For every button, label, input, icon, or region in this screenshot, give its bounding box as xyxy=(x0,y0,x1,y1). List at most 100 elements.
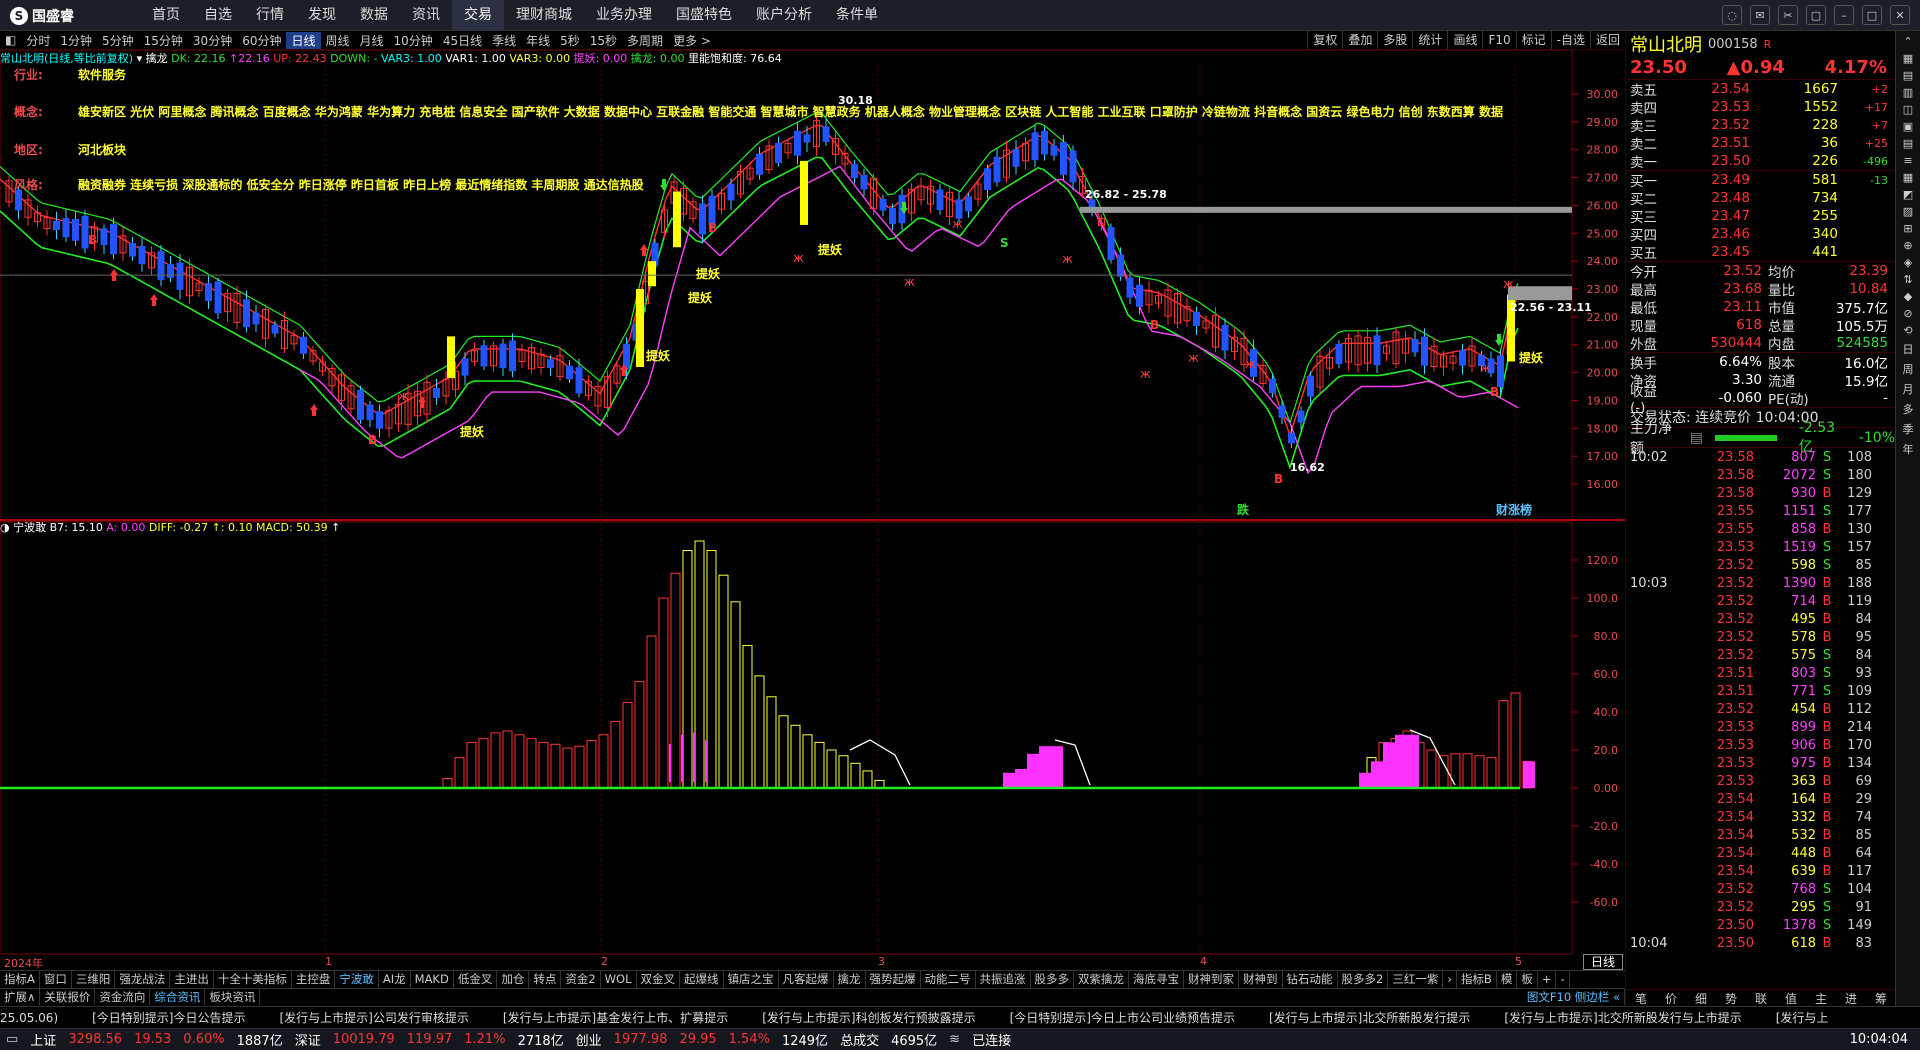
menu-item[interactable]: 国盛特色 xyxy=(664,0,744,31)
sidebar-icon[interactable]: ▤ xyxy=(1903,69,1913,82)
order-row[interactable]: 卖二 23.51 36 +25 xyxy=(1626,134,1895,153)
news-item[interactable]: [发行与上 xyxy=(1776,1009,1829,1026)
period-tab[interactable]: 10分钟 xyxy=(389,32,438,49)
sidebar-icon[interactable]: ▣ xyxy=(1903,120,1913,133)
indicator-tab[interactable]: 十全十美指标 xyxy=(214,971,292,988)
news-item[interactable]: 25.05.06) xyxy=(0,1011,58,1025)
menu-item[interactable]: 交易 xyxy=(452,0,504,31)
indicator-tab[interactable]: - xyxy=(1556,971,1570,988)
quote-bottom-tab[interactable]: 细 xyxy=(1695,990,1707,1006)
sidebar-icon[interactable]: ▦ xyxy=(1903,52,1913,65)
ext-tab[interactable]: 扩展∧ xyxy=(0,989,41,1005)
indicator-tab[interactable]: WOL xyxy=(601,971,637,988)
sidebar-icon[interactable]: ▦ xyxy=(1903,171,1913,184)
stock-dropdown-icon[interactable]: ▾ xyxy=(137,52,143,65)
indicator-tab[interactable]: 海底寻宝 xyxy=(1129,971,1184,988)
indicator-tab[interactable]: 指标A xyxy=(0,971,40,988)
news-item[interactable]: [今日特别提示]今日公告提示 xyxy=(92,1009,245,1026)
ext-tab[interactable]: 资金流向 xyxy=(95,989,151,1005)
sidebar-period[interactable]: 季 xyxy=(1903,421,1914,437)
indicator-tab[interactable]: 宁波敢 xyxy=(335,971,379,988)
quote-bottom-tab[interactable]: 势 xyxy=(1725,990,1737,1006)
order-row[interactable]: 买二 23.48 734 xyxy=(1626,189,1895,208)
minimize-icon[interactable]: – xyxy=(1834,5,1854,25)
quote-bottom-tab[interactable]: 进 xyxy=(1845,990,1857,1006)
period-tab[interactable]: 周线 xyxy=(321,32,355,49)
indicator-tab[interactable]: 股多多 xyxy=(1031,971,1074,988)
indicator-tab[interactable]: 双金叉 xyxy=(637,971,680,988)
menu-item[interactable]: 账户分析 xyxy=(744,0,824,31)
ext-right-links[interactable]: 图文F10 侧边栏 « xyxy=(1523,989,1625,1005)
indicator-tab[interactable]: 加仓 xyxy=(497,971,530,988)
period-tab[interactable]: 30分钟 xyxy=(188,32,237,49)
period-tab[interactable]: 月线 xyxy=(355,32,389,49)
period-tab[interactable]: 多周期 xyxy=(622,32,668,49)
sidebar-icon[interactable]: ⊞ xyxy=(1903,222,1912,235)
chat-icon[interactable]: ◌ xyxy=(1722,5,1742,25)
indicator-tab[interactable]: 镇店之宝 xyxy=(724,971,779,988)
chart-tool-button[interactable]: 复权 xyxy=(1307,31,1342,49)
chart-tool-button[interactable]: -自选 xyxy=(1550,31,1590,49)
ext-tab[interactable]: 关联报价 xyxy=(40,989,96,1005)
indicator-tab[interactable]: 三红一紫 xyxy=(1388,971,1444,988)
news-item[interactable]: [发行与上市提示]科创板发行预披露提示 xyxy=(762,1009,975,1026)
maximize-icon[interactable]: □ xyxy=(1862,5,1882,25)
sidebar-icon[interactable]: ⟲ xyxy=(1903,324,1912,337)
sh-name[interactable]: 上证 xyxy=(30,1030,56,1049)
indicator-tab[interactable]: 板 xyxy=(1517,971,1538,988)
period-tab[interactable]: 5分钟 xyxy=(97,32,139,49)
cy-name[interactable]: 创业 xyxy=(576,1030,602,1049)
order-row[interactable]: 卖五 23.54 1667 +2 xyxy=(1626,80,1895,99)
menu-item[interactable]: 发现 xyxy=(296,0,348,31)
indicator-tab[interactable]: 转点 xyxy=(529,971,562,988)
indicator-tab[interactable]: 财神到家 xyxy=(1184,971,1239,988)
period-unit-label[interactable]: 日线 xyxy=(1583,954,1623,970)
indicator-tab[interactable]: 三维阳 xyxy=(72,971,116,988)
indicator-tab[interactable]: 强龙战法 xyxy=(115,971,171,988)
chart-tool-button[interactable]: 叠加 xyxy=(1342,31,1377,49)
indicator-tab[interactable]: 强势起爆 xyxy=(866,971,921,988)
chart-tool-button[interactable]: 统计 xyxy=(1412,31,1447,49)
sidebar-icon[interactable]: ⌃ xyxy=(1903,35,1912,48)
indicator-tab[interactable]: + xyxy=(1538,971,1557,988)
menu-item[interactable]: 资讯 xyxy=(400,0,452,31)
mail-icon[interactable]: ✉ xyxy=(1750,5,1770,25)
period-tab[interactable]: 45日线 xyxy=(438,32,487,49)
indicator-tab[interactable]: 擒龙 xyxy=(834,971,866,988)
sidebar-icon[interactable]: ≡ xyxy=(1903,154,1912,167)
chart-tool-button[interactable]: F10 xyxy=(1482,31,1515,49)
indicator-tab[interactable]: 钻石动能 xyxy=(1283,971,1338,988)
sidebar-icon[interactable]: ▨ xyxy=(1903,205,1913,218)
indicator-tab[interactable]: 共振追涨 xyxy=(976,971,1031,988)
news-item[interactable]: [发行与上市提示]公司发行审核提示 xyxy=(280,1009,469,1026)
sub-indicator-name[interactable]: 宁波敢 xyxy=(13,521,46,534)
indicator-tab[interactable]: MAKD xyxy=(411,971,454,988)
indicator-tab[interactable]: 动能二号 xyxy=(921,971,976,988)
sidebar-icon[interactable]: ◫ xyxy=(1903,103,1913,116)
concept-value[interactable]: 软件服务 xyxy=(78,68,126,82)
concept-value[interactable]: 河北板块 xyxy=(78,143,126,157)
quote-bottom-tab[interactable]: 价 xyxy=(1665,990,1677,1006)
indicator-tab[interactable]: 双紫擒龙 xyxy=(1074,971,1129,988)
period-tab[interactable]: 1分钟 xyxy=(55,32,97,49)
menu-item[interactable]: 首页 xyxy=(140,0,192,31)
quote-stock-name[interactable]: 常山北明 xyxy=(1630,31,1702,57)
news-item[interactable]: [发行与上市提示]北交所新股发行提示 xyxy=(1269,1009,1470,1026)
period-tab[interactable]: 季线 xyxy=(487,32,521,49)
sidebar-period[interactable]: 周 xyxy=(1903,361,1914,377)
menu-item[interactable]: 自选 xyxy=(192,0,244,31)
period-tab[interactable]: 5秒 xyxy=(555,32,585,49)
order-row[interactable]: 买四 23.46 340 xyxy=(1626,225,1895,244)
indicator-tab[interactable]: AI龙 xyxy=(379,971,411,988)
period-tab[interactable]: 日线 xyxy=(286,31,321,49)
period-tab[interactable]: 15秒 xyxy=(585,32,622,49)
sidebar-icon[interactable]: ◆ xyxy=(1904,290,1912,303)
sub-panel-icon[interactable]: ◑ xyxy=(0,521,10,534)
concept-value[interactable]: 雄安新区 光伏 阿里概念 腾讯概念 百度概念 华为鸿蒙 华为算力 充电桩 信息安… xyxy=(78,105,1503,119)
quote-bottom-tab[interactable]: 笔 xyxy=(1635,990,1647,1006)
period-tab[interactable]: 年线 xyxy=(521,32,555,49)
indicator-tab[interactable]: 股多多2 xyxy=(1338,971,1389,988)
order-row[interactable]: 买三 23.47 255 xyxy=(1626,207,1895,226)
indicator-tab[interactable]: 低金叉 xyxy=(454,971,498,988)
period-tab[interactable]: 更多 > xyxy=(668,32,716,49)
